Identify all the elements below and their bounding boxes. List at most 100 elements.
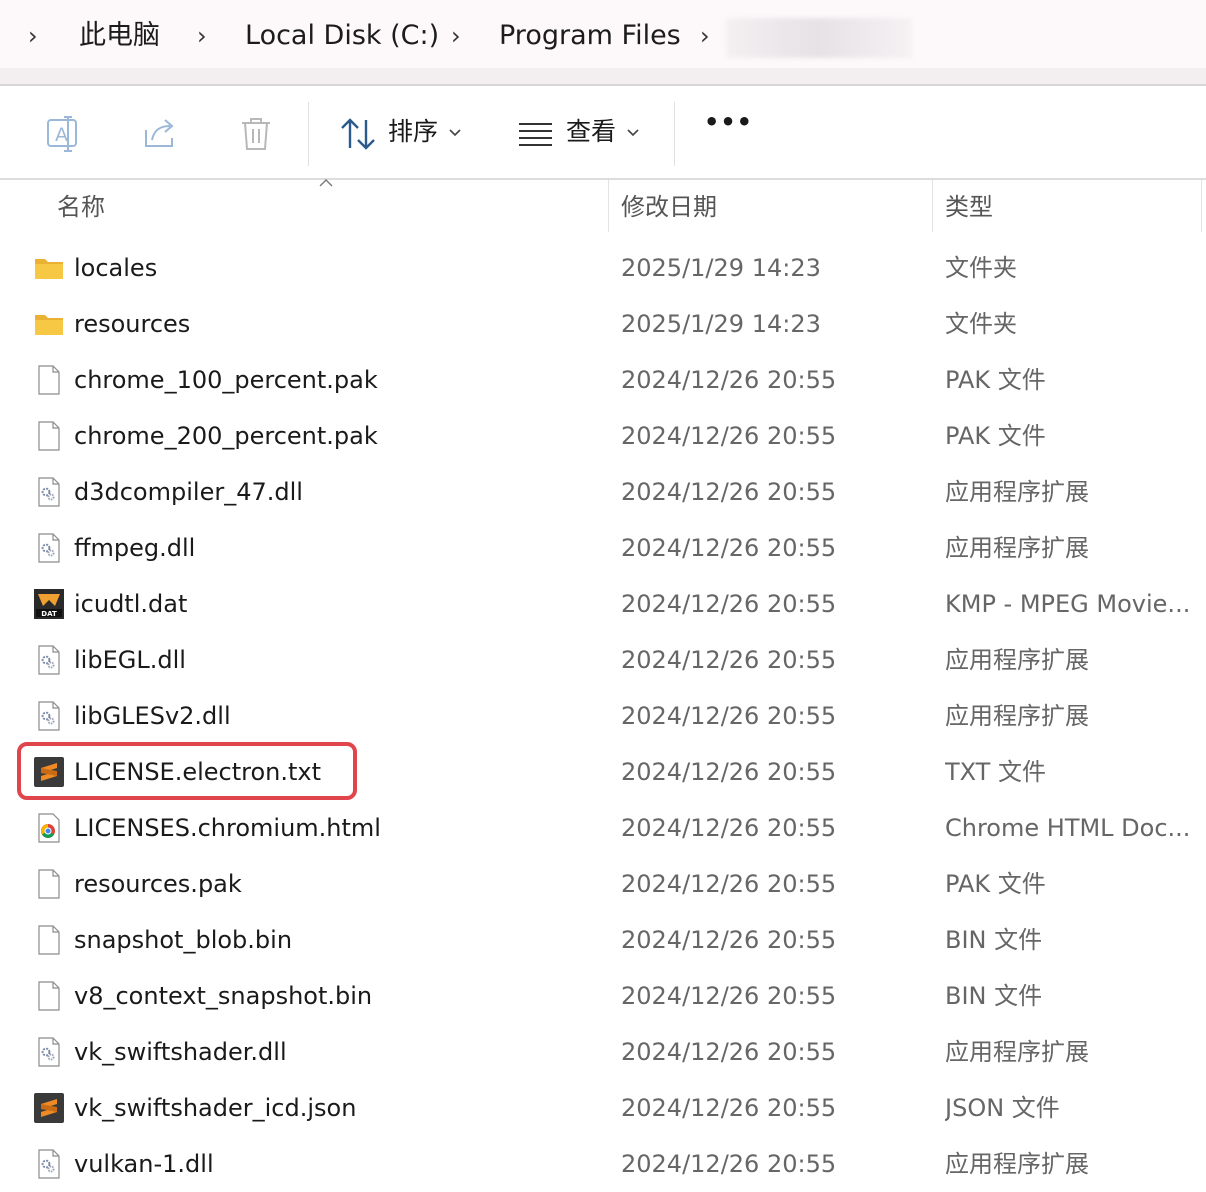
highlight-box xyxy=(17,742,357,800)
file-row[interactable]: chrome_200_percent.pak 2024/12/26 20:55 PA… xyxy=(0,408,1206,464)
chevron-down-icon xyxy=(449,129,461,137)
file-modified-date: 2024/12/26 20:55 xyxy=(621,870,837,898)
divider xyxy=(0,178,1206,180)
file-modified-date: 2024/12/26 20:55 xyxy=(621,1038,837,1066)
file-modified-date: 2024/12/26 20:55 xyxy=(621,366,837,394)
file-type: 应用程序扩展 xyxy=(945,1150,1089,1178)
address-bar: › 此电脑 › Local Disk (C:) › Program Files … xyxy=(0,0,1206,68)
share-icon[interactable] xyxy=(140,114,180,154)
file-row[interactable]: libEGL.dll 2024/12/26 20:55 应用程序扩展 xyxy=(0,632,1206,688)
breadcrumb-separator[interactable]: › xyxy=(700,0,710,72)
file-type: KMP - MPEG Movie... xyxy=(945,590,1191,618)
svg-text:A: A xyxy=(55,124,68,146)
file-row[interactable]: snapshot_blob.bin 2024/12/26 20:55 BIN 文件 xyxy=(0,912,1206,968)
delete-icon[interactable] xyxy=(236,114,276,154)
view-label: 查看 xyxy=(566,117,617,146)
file-name: resources xyxy=(74,310,191,338)
column-header-type[interactable]: 类型 xyxy=(945,180,993,232)
sort-ascending-icon xyxy=(319,179,333,187)
file-modified-date: 2024/12/26 20:55 xyxy=(621,646,837,674)
folder-icon xyxy=(33,308,65,340)
chevron-down-icon xyxy=(627,129,639,137)
file-row[interactable]: ffmpeg.dll 2024/12/26 20:55 应用程序扩展 xyxy=(0,520,1206,576)
view-list-icon xyxy=(519,123,552,146)
file-name: libGLESv2.dll xyxy=(74,702,231,730)
file-modified-date: 2024/12/26 20:55 xyxy=(621,982,837,1010)
breadcrumb-program-files[interactable]: Program Files xyxy=(499,0,681,72)
file-row[interactable]: resources 2025/1/29 14:23 文件夹 xyxy=(0,296,1206,352)
file-name: v8_context_snapshot.bin xyxy=(74,982,373,1010)
column-divider[interactable] xyxy=(1201,180,1202,232)
file-icon xyxy=(33,980,65,1012)
file-row[interactable]: libGLESv2.dll 2024/12/26 20:55 应用程序扩展 xyxy=(0,688,1206,744)
dll-icon xyxy=(33,1148,65,1180)
dll-icon xyxy=(33,532,65,564)
file-type: 文件夹 xyxy=(945,310,1017,338)
file-name: locales xyxy=(74,254,158,282)
column-divider[interactable] xyxy=(608,180,609,232)
breadcrumb-expand-chevron[interactable]: › xyxy=(28,0,38,72)
file-type: 应用程序扩展 xyxy=(945,702,1089,730)
column-divider[interactable] xyxy=(932,180,933,232)
breadcrumb-this-pc[interactable]: 此电脑 xyxy=(79,0,160,72)
column-header-name[interactable]: 名称 xyxy=(57,180,105,232)
file-name: d3dcompiler_47.dll xyxy=(74,478,303,506)
file-modified-date: 2025/1/29 14:23 xyxy=(621,310,821,338)
file-row[interactable]: LICENSES.chromium.html 2024/12/26 20:55 Ch… xyxy=(0,800,1206,856)
file-row[interactable]: resources.pak 2024/12/26 20:55 PAK 文件 xyxy=(0,856,1206,912)
file-row[interactable]: locales 2025/1/29 14:23 文件夹 xyxy=(0,240,1206,296)
file-type: PAK 文件 xyxy=(945,870,1046,898)
column-header-modified[interactable]: 修改日期 xyxy=(621,180,717,232)
file-modified-date: 2024/12/26 20:55 xyxy=(621,478,837,506)
file-modified-date: 2024/12/26 20:55 xyxy=(621,758,837,786)
breadcrumb-separator[interactable]: › xyxy=(451,0,461,72)
more-options-button[interactable]: ••• xyxy=(704,108,753,136)
file-type: PAK 文件 xyxy=(945,366,1046,394)
file-name: vk_swiftshader.dll xyxy=(74,1038,287,1066)
file-name: LICENSES.chromium.html xyxy=(74,814,381,842)
toolbar-divider xyxy=(674,102,675,166)
rename-icon[interactable]: A xyxy=(44,114,84,154)
file-modified-date: 2024/12/26 20:55 xyxy=(621,1094,837,1122)
file-type: JSON 文件 xyxy=(945,1094,1060,1122)
file-modified-date: 2024/12/26 20:55 xyxy=(621,590,837,618)
file-type: 文件夹 xyxy=(945,254,1017,282)
file-row[interactable]: v8_context_snapshot.bin 2024/12/26 20:55 B… xyxy=(0,968,1206,1024)
file-name: resources.pak xyxy=(74,870,242,898)
file-type: PAK 文件 xyxy=(945,422,1046,450)
breadcrumb-redacted-folder[interactable] xyxy=(726,18,912,58)
file-type: 应用程序扩展 xyxy=(945,534,1089,562)
dat-icon: DAT xyxy=(33,588,65,620)
file-name: chrome_100_percent.pak xyxy=(74,366,378,394)
file-type: BIN 文件 xyxy=(945,982,1043,1010)
breadcrumb-separator[interactable]: › xyxy=(197,0,207,72)
file-type: BIN 文件 xyxy=(945,926,1043,954)
file-row[interactable]: d3dcompiler_47.dll 2024/12/26 20:55 应用程序扩展 xyxy=(0,464,1206,520)
file-type: Chrome HTML Doc... xyxy=(945,814,1191,842)
dll-icon xyxy=(33,644,65,676)
file-row[interactable]: DAT icudtl.dat 2024/12/26 20:55 KMP - MPEG … xyxy=(0,576,1206,632)
dll-icon xyxy=(33,700,65,732)
chrome-icon xyxy=(33,812,65,844)
file-name: libEGL.dll xyxy=(74,646,186,674)
file-row[interactable]: vulkan-1.dll 2024/12/26 20:55 应用程序扩展 xyxy=(0,1136,1206,1192)
file-modified-date: 2024/12/26 20:55 xyxy=(621,422,837,450)
dll-icon xyxy=(33,476,65,508)
file-row[interactable]: vk_swiftshader.dll 2024/12/26 20:55 应用程序扩展 xyxy=(0,1024,1206,1080)
sort-arrows-icon xyxy=(341,118,375,150)
file-type: 应用程序扩展 xyxy=(945,478,1089,506)
file-row[interactable]: chrome_100_percent.pak 2024/12/26 20:55 PA… xyxy=(0,352,1206,408)
svg-text:DAT: DAT xyxy=(41,610,57,618)
file-type: 应用程序扩展 xyxy=(945,1038,1089,1066)
file-row[interactable]: vk_swiftshader_icd.json 2024/12/26 20:55 J… xyxy=(0,1080,1206,1136)
sublime-icon xyxy=(33,1092,65,1124)
command-bar: A 排序 查看 ••• xyxy=(0,86,1206,178)
file-name: snapshot_blob.bin xyxy=(74,926,293,954)
breadcrumb-local-disk[interactable]: Local Disk (C:) xyxy=(245,0,439,72)
file-modified-date: 2024/12/26 20:55 xyxy=(621,534,837,562)
file-type: TXT 文件 xyxy=(945,758,1046,786)
file-name: ffmpeg.dll xyxy=(74,534,196,562)
toolbar-divider xyxy=(308,102,309,166)
file-icon xyxy=(33,364,65,396)
file-name: vk_swiftshader_icd.json xyxy=(74,1094,357,1122)
